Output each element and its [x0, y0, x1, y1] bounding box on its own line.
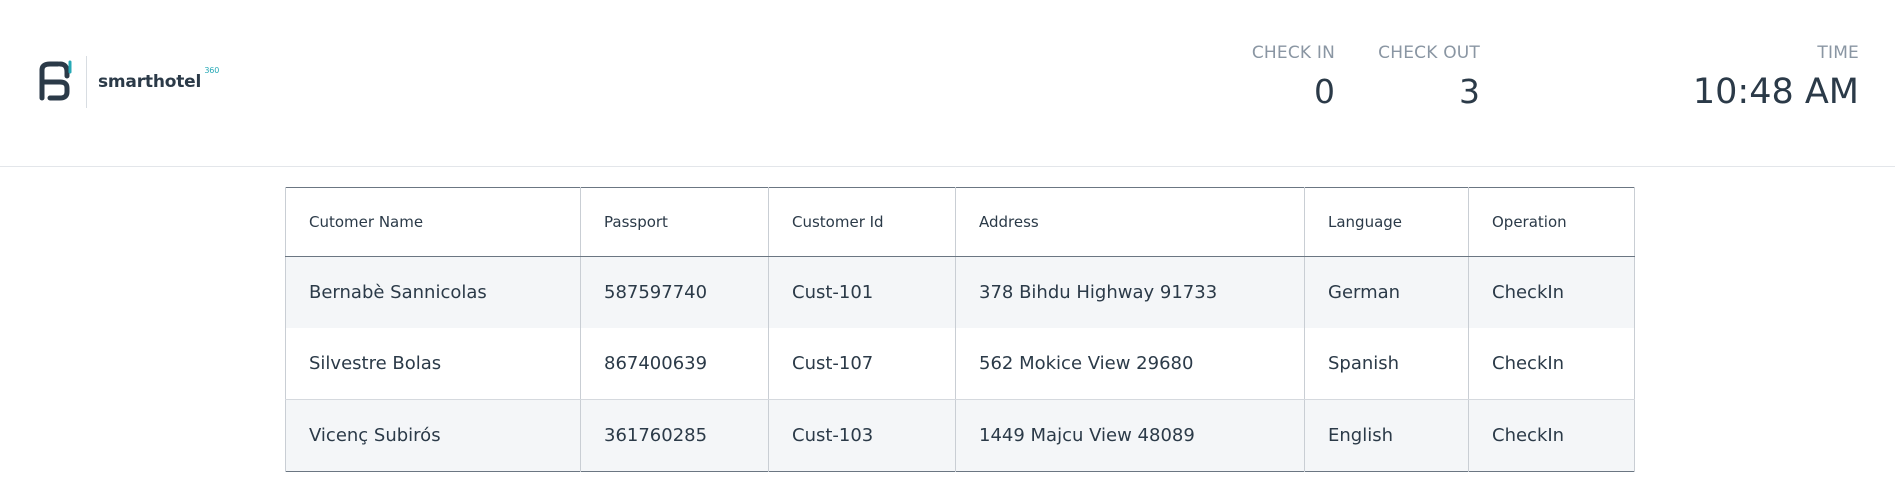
- table-row[interactable]: Vicenç Subirós 361760285 Cust-103 1449 M…: [285, 399, 1635, 472]
- column-header-language[interactable]: Language: [1304, 187, 1469, 257]
- column-header-passport[interactable]: Passport: [580, 187, 769, 257]
- time-label: TIME: [1817, 43, 1859, 63]
- cell-address: 378 Bihdu Highway 91733: [955, 256, 1305, 328]
- table-row[interactable]: Silvestre Bolas 867400639 Cust-107 562 M…: [285, 328, 1635, 400]
- column-header-customer-id[interactable]: Customer Id: [768, 187, 956, 257]
- cell-operation[interactable]: CheckIn: [1468, 399, 1635, 472]
- check-in-stat: CHECK IN 0: [1252, 42, 1335, 113]
- check-out-label: CHECK OUT: [1378, 43, 1480, 63]
- customers-table-container: Cutomer Name Passport Customer Id Addres…: [285, 187, 1635, 472]
- cell-customer-name: Silvestre Bolas: [285, 328, 581, 400]
- cell-passport: 867400639: [580, 328, 769, 400]
- cell-operation[interactable]: CheckIn: [1468, 256, 1635, 328]
- cell-customer-id: Cust-103: [768, 399, 956, 472]
- app-header: smarthotel 360 CHECK IN 0 CHECK OUT 3 TIM…: [0, 0, 1895, 167]
- cell-address: 1449 Majcu View 48089: [955, 399, 1305, 472]
- column-header-operation[interactable]: Operation: [1468, 187, 1635, 257]
- cell-customer-id: Cust-107: [768, 328, 956, 400]
- cell-operation[interactable]: CheckIn: [1468, 328, 1635, 400]
- check-in-label: CHECK IN: [1251, 43, 1335, 63]
- cell-language: English: [1304, 399, 1469, 472]
- cell-language: Spanish: [1304, 328, 1469, 400]
- smarthotel-logo-icon: [39, 60, 72, 101]
- check-out-stat: CHECK OUT 3: [1378, 42, 1480, 113]
- current-time: 10:48 AM: [1692, 72, 1859, 112]
- brand-logo[interactable]: smarthotel 360: [36, 54, 219, 110]
- cell-customer-name: Bernabè Sannicolas: [285, 256, 581, 328]
- brand-name-text: smarthotel: [98, 72, 202, 92]
- check-in-count: 0: [1314, 72, 1335, 111]
- column-header-customer-name[interactable]: Cutomer Name: [285, 187, 581, 257]
- cell-passport: 587597740: [580, 256, 769, 328]
- customers-table: Cutomer Name Passport Customer Id Addres…: [285, 187, 1635, 472]
- cell-customer-name: Vicenç Subirós: [285, 399, 581, 472]
- cell-customer-id: Cust-101: [768, 256, 956, 328]
- time-stat: TIME 10:48 AM: [1693, 42, 1859, 113]
- cell-language: German: [1304, 256, 1469, 328]
- cell-address: 562 Mokice View 29680: [955, 328, 1305, 400]
- brand-superscript: 360: [204, 66, 220, 75]
- table-header-row: Cutomer Name Passport Customer Id Addres…: [285, 187, 1635, 257]
- cell-passport: 361760285: [580, 399, 769, 472]
- column-header-address[interactable]: Address: [955, 187, 1305, 257]
- table-row[interactable]: Bernabè Sannicolas 587597740 Cust-101 37…: [285, 256, 1635, 328]
- check-out-count: 3: [1459, 72, 1480, 111]
- logo-divider: [86, 56, 87, 108]
- brand-name: smarthotel 360: [98, 66, 219, 92]
